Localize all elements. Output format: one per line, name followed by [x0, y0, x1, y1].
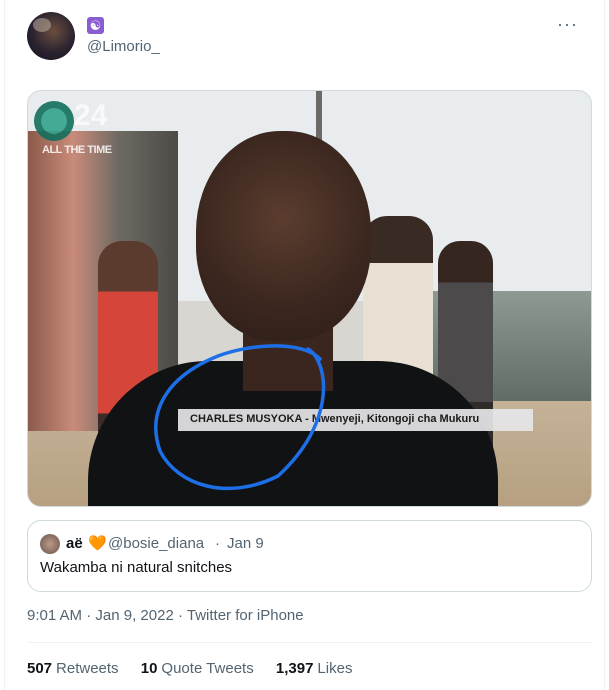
quoted-text: Wakamba ni natural snitches: [40, 559, 233, 576]
likes-stat[interactable]: 1,397 Likes: [276, 660, 353, 677]
tweet-source[interactable]: Twitter for iPhone: [187, 607, 304, 624]
author-handle[interactable]: @Limorio_: [87, 38, 160, 55]
avatar-highlight: [33, 18, 51, 32]
video-media[interactable]: 24 ALL THE TIME CHARLES MUSYOKA - Mwenye…: [27, 90, 592, 507]
engagement-stats: 507 Retweets 10 Quote Tweets 1,397 Likes: [27, 660, 370, 677]
quote-tweets-count: 10: [140, 660, 158, 677]
divider: [27, 642, 592, 643]
quoted-handle[interactable]: @bosie_diana: [108, 535, 204, 552]
quoted-date[interactable]: Jan 9: [227, 535, 264, 552]
retweets-stat[interactable]: 507 Retweets: [27, 660, 119, 677]
quote-tweets-label: Quote Tweets: [161, 660, 254, 677]
tweet-time[interactable]: 9:01 AM: [27, 607, 82, 624]
quoted-display-name[interactable]: aë: [66, 535, 83, 552]
yin-yang-icon[interactable]: ☯: [87, 17, 104, 34]
quote-tweets-stat[interactable]: 10 Quote Tweets: [141, 660, 254, 677]
retweets-label: Retweets: [56, 660, 119, 677]
quoted-avatar[interactable]: [40, 534, 60, 554]
tweet-date[interactable]: Jan 9, 2022: [95, 607, 173, 624]
separator-dot: ·: [215, 535, 220, 552]
quoted-tweet[interactable]: aë 🧡 @bosie_diana · Jan 9 Wakamba ni nat…: [27, 520, 592, 592]
tweet-meta: 9:01 AM · Jan 9, 2022 · Twitter for iPho…: [27, 607, 304, 624]
more-options-icon[interactable]: ···: [557, 14, 578, 35]
separator-dot: ·: [177, 607, 183, 624]
tweet-card: ☯ @Limorio_ ··· 24 ALL THE TIME CHARLES …: [4, 0, 605, 690]
retweets-count: 507: [27, 660, 53, 677]
likes-label: Likes: [317, 660, 353, 677]
hand-drawn-circle-annotation: [154, 344, 326, 491]
likes-count: 1,397: [275, 660, 314, 677]
orange-heart-icon: 🧡: [88, 535, 107, 552]
separator-dot: ·: [86, 607, 92, 624]
author-avatar[interactable]: [27, 12, 75, 60]
